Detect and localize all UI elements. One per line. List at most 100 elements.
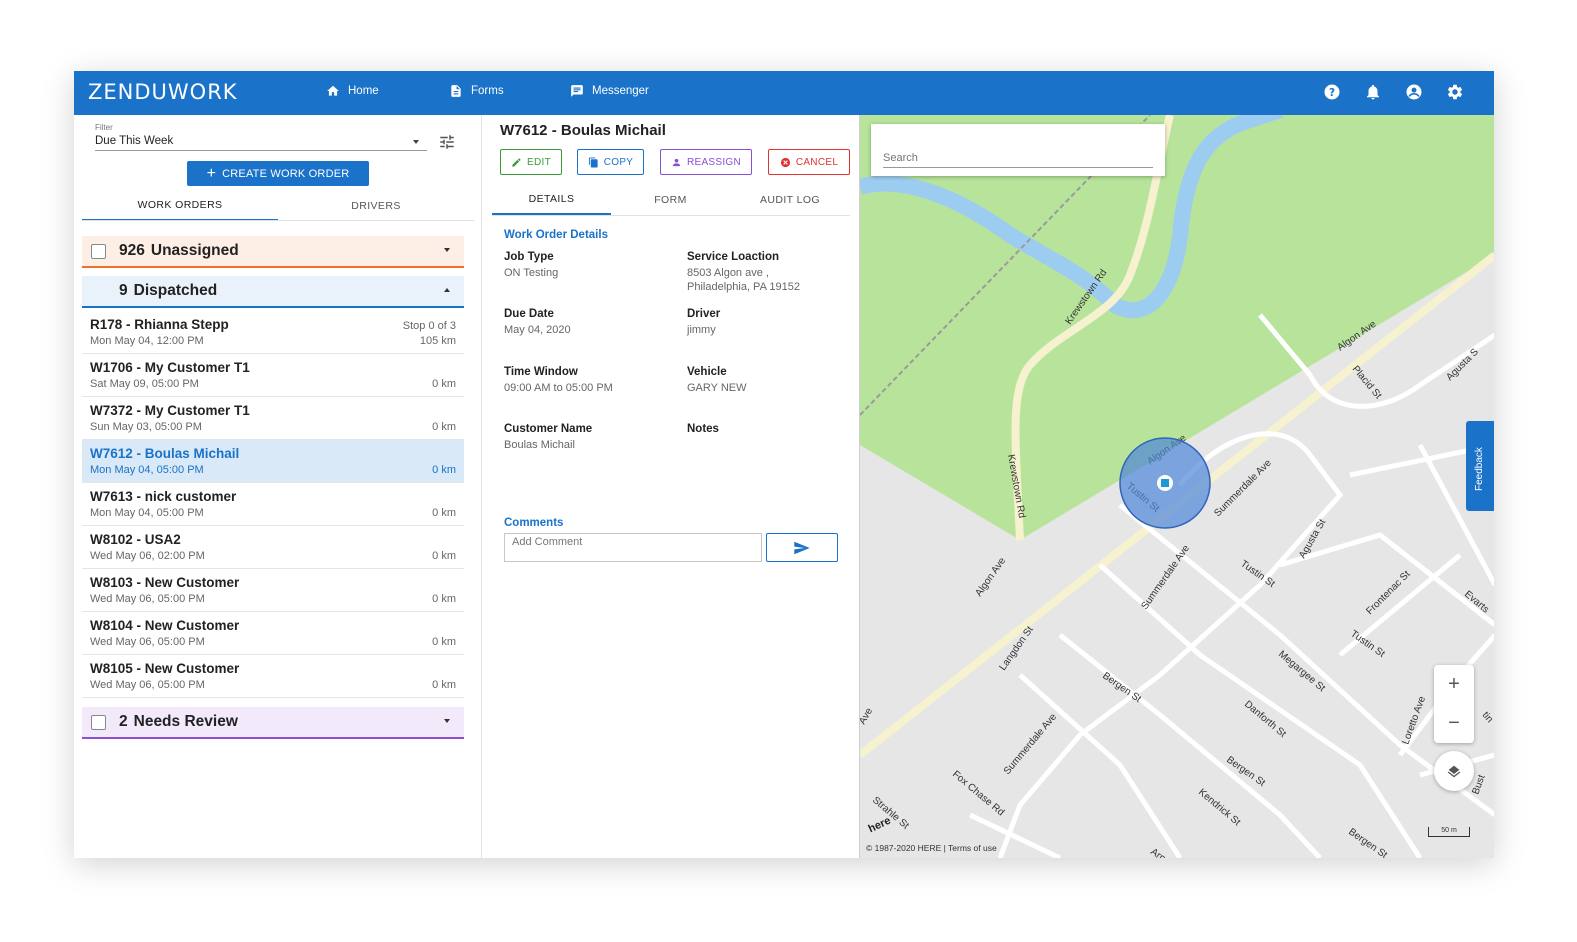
work-order-row[interactable]: W8103 - New Customer Wed May 06, 05:00 P…	[82, 569, 464, 612]
field-value: May 04, 2020	[504, 324, 571, 336]
create-work-order-label: CREATE WORK ORDER	[222, 167, 350, 180]
layers-icon	[1447, 765, 1461, 778]
tab-work-orders[interactable]: WORK ORDERS	[82, 191, 278, 221]
map-copyright[interactable]: © 1987-2020 HERE | Terms of use	[866, 843, 997, 853]
svg-text:?: ?	[1329, 87, 1335, 99]
home-icon	[327, 85, 339, 96]
tab-details[interactable]: DETAILS	[492, 185, 611, 215]
field-driver: Driver jimmy	[687, 308, 852, 337]
work-order-row[interactable]: W8105 - New Customer Wed May 06, 05:00 P…	[82, 655, 464, 698]
edit-label: EDIT	[527, 156, 551, 168]
work-order-date: Sun May 03, 05:00 PM	[90, 421, 202, 433]
location-pin-icon[interactable]	[1157, 475, 1173, 491]
work-order-title: W8103 - New Customer	[90, 575, 240, 590]
work-order-distance: 0 km	[432, 421, 456, 433]
work-order-date: Wed May 06, 05:00 PM	[90, 679, 205, 691]
street-label: Arno	[1148, 846, 1172, 858]
cancel-button[interactable]: CANCEL	[768, 149, 850, 175]
map-search-input[interactable]	[883, 148, 1153, 168]
nav-messenger[interactable]: Messenger	[570, 84, 649, 98]
field-label: Due Date	[504, 308, 554, 320]
work-order-row[interactable]: W8102 - USA2 Wed May 06, 02:00 PM 0 km	[82, 526, 464, 569]
work-order-row[interactable]: W8104 - New Customer Wed May 06, 05:00 P…	[82, 612, 464, 655]
field-value: GARY NEW	[687, 382, 747, 394]
map-canvas[interactable]: Krewstown Rd Krewstown Rd Algon Ave Algo…	[860, 115, 1494, 858]
nav-forms[interactable]: Forms	[449, 84, 504, 98]
zoom-control: + −	[1434, 665, 1474, 743]
tabs-divider	[82, 220, 474, 221]
work-order-title: W7613 - nick customer	[90, 489, 237, 504]
caret-up-icon	[444, 288, 450, 292]
street-label: Summerdale Ave	[1139, 543, 1192, 612]
work-order-title: W8102 - USA2	[90, 532, 181, 547]
field-label: Notes	[687, 423, 719, 435]
street-label: Bergen St	[1346, 826, 1389, 858]
feedback-button[interactable]: Feedback	[1466, 421, 1494, 511]
nav-messenger-label: Messenger	[592, 85, 649, 97]
send-comment-button[interactable]	[766, 533, 838, 562]
work-order-stop: Stop 0 of 3	[402, 320, 456, 332]
caret-down-icon	[413, 140, 419, 144]
work-order-row[interactable]: W1706 - My Customer T1 Sat May 09, 05:00…	[82, 354, 464, 397]
bell-icon[interactable]	[1363, 82, 1383, 102]
plus-icon: +	[206, 164, 217, 182]
work-order-title: W8104 - New Customer	[90, 618, 240, 633]
field-customer-name: Customer Name Boulas Michail	[504, 423, 669, 452]
comments-label: Comments	[504, 517, 564, 529]
work-order-row[interactable]: W7372 - My Customer T1 Sun May 03, 05:00…	[82, 397, 464, 440]
map-view[interactable]: Krewstown Rd Krewstown Rd Algon Ave Algo…	[859, 115, 1494, 858]
copy-button[interactable]: COPY	[577, 149, 644, 175]
group-name: Dispatched	[133, 282, 218, 299]
nav-home[interactable]: Home	[326, 84, 379, 98]
edit-button[interactable]: EDIT	[500, 149, 562, 175]
app-logo[interactable]: ZENDUWORK	[88, 80, 238, 104]
field-label: Vehicle	[687, 366, 727, 378]
street-label: Algon Ave	[973, 555, 1008, 598]
tab-audit-log[interactable]: AUDIT LOG	[730, 185, 850, 215]
work-order-row[interactable]: R178 - Rhianna Stepp Mon May 04, 12:00 P…	[82, 311, 464, 354]
work-order-distance: 0 km	[432, 636, 456, 648]
street-label: Placid St	[1350, 364, 1384, 401]
work-orders-panel: Filter Due This Week + CREATE WORK ORDER…	[74, 115, 482, 858]
group-name: Needs Review	[133, 713, 238, 730]
field-due-date: Due Date May 04, 2020	[504, 308, 669, 337]
account-icon[interactable]	[1404, 82, 1424, 102]
tab-drivers[interactable]: DRIVERS	[278, 191, 474, 221]
layers-button[interactable]	[1434, 751, 1474, 791]
work-order-date: Wed May 06, 05:00 PM	[90, 636, 205, 648]
work-order-date: Sat May 09, 05:00 PM	[90, 378, 199, 390]
field-label: Driver	[687, 308, 721, 320]
zoom-out-button[interactable]: −	[1434, 704, 1474, 743]
group-unassigned[interactable]: 926 Unassigned	[82, 236, 464, 268]
caret-down-icon	[444, 248, 450, 252]
group-checkbox[interactable]	[91, 243, 106, 259]
group-dispatched[interactable]: 9 Dispatched	[82, 276, 464, 308]
zoom-in-button[interactable]: +	[1434, 665, 1474, 704]
work-order-distance: 0 km	[432, 593, 456, 605]
group-count: 926	[119, 242, 145, 259]
tab-form[interactable]: FORM	[611, 185, 730, 215]
tune-icon[interactable]	[438, 133, 456, 151]
street-label: Fox Chase Rd	[950, 769, 1006, 819]
field-label: Time Window	[504, 366, 578, 378]
group-needs-review[interactable]: 2 Needs Review	[82, 707, 464, 739]
work-order-row-selected[interactable]: W7612 - Boulas Michail Mon May 04, 05:00…	[82, 440, 464, 483]
filter-select[interactable]: Due This Week	[95, 133, 427, 151]
copy-label: COPY	[603, 156, 634, 168]
group-checkbox[interactable]	[91, 714, 106, 730]
work-order-date: Mon May 04, 05:00 PM	[90, 464, 204, 476]
help-icon[interactable]: ?	[1322, 82, 1342, 102]
gear-icon[interactable]	[1445, 82, 1465, 102]
reassign-label: REASSIGN	[686, 156, 742, 168]
field-value: ON Testing	[504, 267, 559, 279]
street-label: Bergen St	[1100, 670, 1143, 705]
work-order-title: W1706 - My Customer T1	[90, 360, 250, 375]
reassign-button[interactable]: REASSIGN	[660, 149, 752, 175]
comment-input[interactable]: Add Comment	[504, 533, 762, 562]
work-order-distance: 0 km	[432, 507, 456, 519]
work-order-date: Mon May 04, 05:00 PM	[90, 507, 204, 519]
work-order-date: Wed May 06, 02:00 PM	[90, 550, 205, 562]
map-scale: 50 m	[1428, 827, 1470, 837]
work-order-row[interactable]: W7613 - nick customer Mon May 04, 05:00 …	[82, 483, 464, 526]
create-work-order-button[interactable]: + CREATE WORK ORDER	[187, 161, 369, 186]
